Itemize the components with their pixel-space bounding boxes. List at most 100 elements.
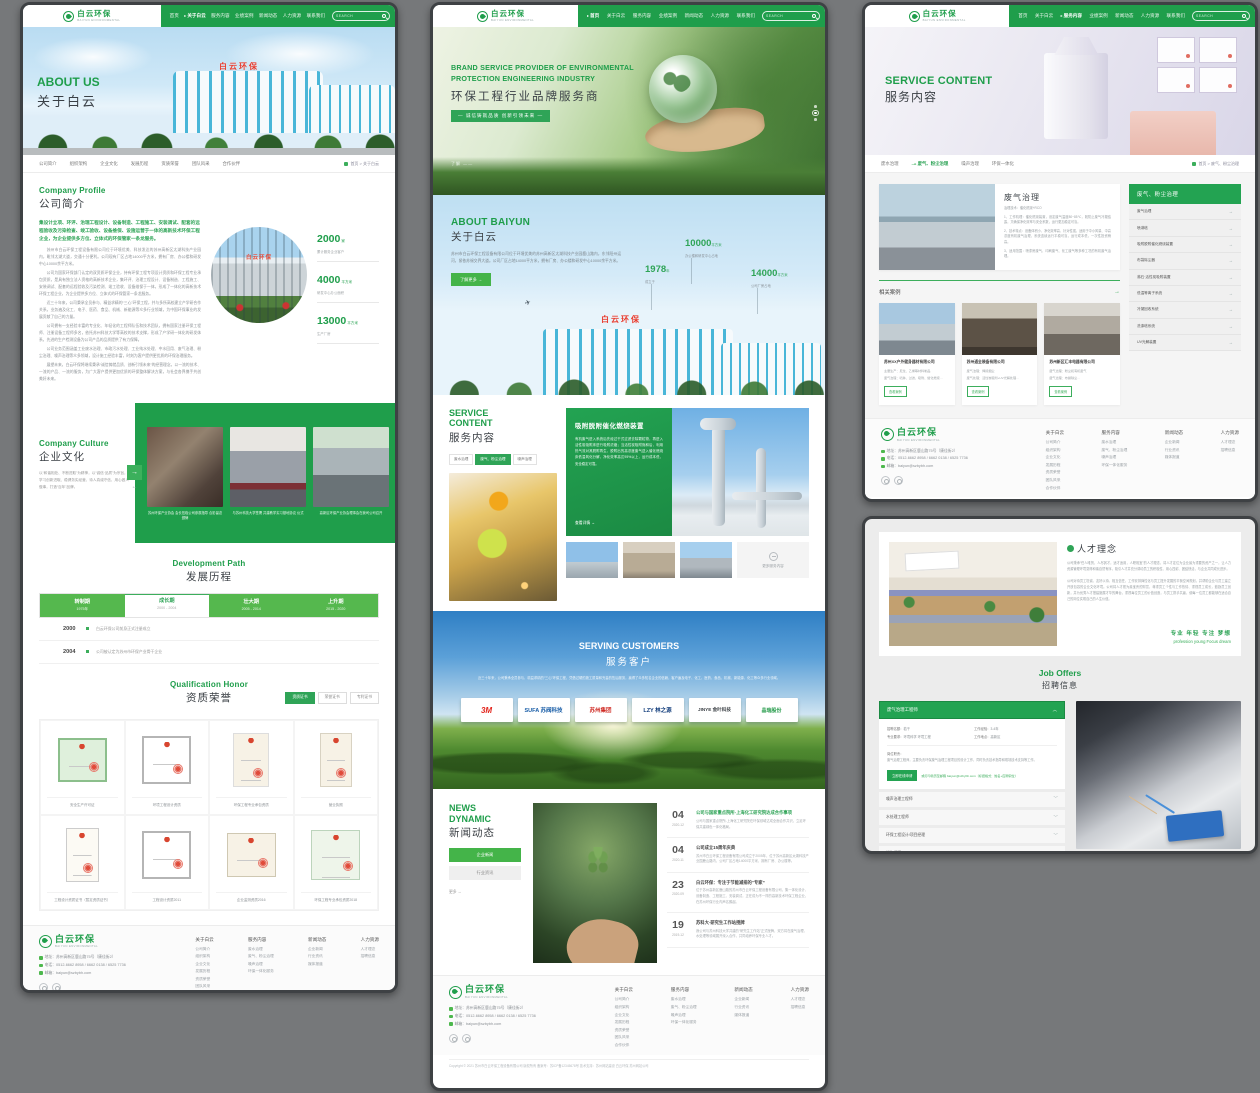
nav-item[interactable]: 联系我们 — [736, 11, 756, 21]
culture-photo-card[interactable]: 苏州环保产业协会 会长莅临公司参观指导 合影留念颁牌 — [147, 427, 223, 543]
sidebar-item[interactable]: 喷淋塔→ — [1129, 220, 1241, 236]
customer-logo-card[interactable]: LZY 林之源 — [632, 698, 684, 722]
culture-photo-card[interactable]: 与苏州科技大学签署 共建教学实习基地协议 仪式 — [230, 427, 306, 543]
nav-item[interactable]: 人力资源 — [710, 11, 730, 21]
nav-item[interactable]: 业绩案例 — [234, 11, 254, 21]
footer-link[interactable]: 废水治理 — [1102, 440, 1128, 445]
search-box[interactable] — [762, 11, 820, 21]
footer-link[interactable]: 公司简介 — [615, 997, 633, 1002]
carousel-dots[interactable] — [814, 101, 817, 125]
article-card[interactable]: 废气治理 治理技术：催化燃烧+RCO1、工作机理：催化燃烧装置，设定废气温度80… — [879, 184, 1120, 270]
logo[interactable]: 白云环保BAIYUN ENVIRONMENTAL — [23, 5, 161, 27]
footer-link[interactable]: 环保一体化服务 — [248, 969, 274, 974]
certificate-card[interactable]: 环保工程专业承包资质 — [209, 720, 294, 815]
footer-link[interactable]: 行业资讯 — [734, 1005, 752, 1010]
footer-link[interactable]: 组织架构 — [1046, 448, 1064, 453]
footer-link[interactable]: 人才理念 — [791, 997, 809, 1002]
customer-logo-card[interactable]: 3M — [461, 698, 513, 722]
footer-link[interactable]: 组织架构 — [615, 1005, 633, 1010]
service-tab[interactable]: 废水治理 — [449, 454, 473, 466]
learn-more-button[interactable]: 了解更多 → — [451, 273, 491, 286]
case-card[interactable]: 苏州新区汇丰电器有限公司 废气治理：粉尘和有机废气 废气治理：布袋除尘… 查看案… — [1044, 303, 1120, 405]
nav-item[interactable]: 新闻动态 — [258, 11, 278, 21]
home-icon[interactable] — [344, 162, 348, 166]
news-item[interactable]: 19 2019-12 苏科大·研究生工作站授牌 我公司与苏州科技大学共建的“研究… — [667, 913, 809, 948]
nav-item[interactable]: 业绩案例 — [658, 11, 678, 21]
footer-link[interactable]: 媒体报道 — [308, 962, 326, 967]
case-card[interactable]: 苏州通全装备有限公司 废气治理：焊接烟尘 废气处理：活性炭吸附+UV光解处理… … — [962, 303, 1038, 405]
sidebar-item[interactable]: 吸附脱附催化燃烧装置→ — [1129, 237, 1241, 253]
certificate-card[interactable]: 环保工程专业承包资质2018 — [294, 815, 379, 910]
footer-link[interactable]: 组织架构 — [195, 954, 213, 959]
footer-link[interactable]: 人才理念 — [361, 947, 379, 952]
footer-link[interactable]: 团队风采 — [1046, 478, 1064, 483]
footer-link[interactable]: 发展历程 — [615, 1020, 633, 1025]
subnav-item[interactable]: 发展历程 — [131, 161, 149, 167]
news-more-link[interactable]: 更多 → — [449, 890, 523, 895]
view-case-button[interactable]: 查看案例 — [1049, 386, 1072, 397]
footer-link[interactable]: 环保一体化服务 — [671, 1020, 697, 1025]
nav-item[interactable]: 服务内容 — [1060, 11, 1083, 21]
arrow-right-icon[interactable]: → — [1114, 289, 1120, 295]
nav-item[interactable]: 关于白云 — [1034, 11, 1054, 21]
tab-period-active[interactable]: 成长期2000 - 2004 — [125, 594, 210, 617]
logo[interactable]: 白云环保BAIYUN ENVIRONMENTAL — [433, 5, 578, 27]
nav-item[interactable]: 服务内容 — [210, 11, 230, 21]
search-icon[interactable] — [1242, 14, 1246, 18]
wechat-icon[interactable] — [39, 983, 48, 992]
qq-icon[interactable] — [462, 1034, 471, 1043]
subnav-item[interactable]: 团队风采 — [192, 161, 210, 167]
search-input[interactable] — [336, 14, 380, 18]
search-box[interactable] — [1192, 11, 1250, 21]
footer-link[interactable]: 废气、粉尘治理 — [671, 1005, 697, 1010]
footer-link[interactable]: 企业文化 — [1046, 455, 1064, 460]
nav-item[interactable]: 关于白云 — [606, 11, 626, 21]
certificate-card[interactable]: 工程设计资质证书（暂定资质证书） — [40, 815, 125, 910]
footer-link[interactable]: 噪声治理 — [248, 962, 274, 967]
filter-button-active[interactable]: 资质证书 — [285, 692, 314, 704]
footer-link[interactable]: 废水治理 — [248, 947, 274, 952]
news-item[interactable]: 23 2020-09 白云环保：专注于节能减排的“专家” 位于苏州高新区鹿山路的… — [667, 873, 809, 913]
hero-more-link[interactable]: 了解 —— — [451, 161, 473, 167]
footer-link[interactable]: 企业新闻 — [734, 997, 752, 1002]
subnav-item[interactable]: 环保一体化 — [992, 161, 1014, 167]
footer-link[interactable]: 公司简介 — [1046, 440, 1064, 445]
search-input[interactable] — [766, 14, 810, 18]
footer-link[interactable]: 合作伙伴 — [195, 992, 213, 993]
certificate-card[interactable]: 企业监测资质2016 — [209, 815, 294, 910]
footer-link[interactable]: 环保一体化服务 — [1102, 463, 1128, 468]
footer-link[interactable]: 行业资讯 — [1165, 448, 1183, 453]
view-case-button[interactable]: 查看案例 — [967, 386, 990, 397]
service-thumb-photo[interactable] — [623, 542, 675, 578]
certificate-card[interactable]: 安全生产许可证 — [40, 720, 125, 815]
job-item-collapsed[interactable]: 销售经理﹀ — [879, 846, 1065, 854]
more-services-card[interactable]: 更多服务内容 — [737, 542, 809, 578]
tab-period[interactable]: 上升期2015 - 2020 — [294, 594, 379, 617]
nav-item[interactable]: 首页 — [169, 11, 180, 21]
footer-link[interactable]: 招聘信息 — [791, 1005, 809, 1010]
footer-link[interactable]: 噪声治理 — [671, 1013, 697, 1018]
nav-item[interactable]: 服务内容 — [632, 11, 652, 21]
footer-link[interactable]: 企业新闻 — [1165, 440, 1183, 445]
tab-period[interactable]: 转制期1975年 — [40, 594, 125, 617]
subnav-item[interactable]: 废气、粉尘治理 — [912, 161, 949, 167]
subnav-item[interactable]: 企业文化 — [100, 161, 118, 167]
wechat-icon[interactable] — [449, 1034, 458, 1043]
service-thumb-photo[interactable] — [566, 542, 618, 578]
footer-link[interactable]: 合作伙伴 — [1046, 486, 1064, 491]
subnav-item[interactable]: 噪声治理 — [961, 161, 979, 167]
footer-link[interactable]: 企业新闻 — [308, 947, 326, 952]
job-item-expanded[interactable]: 废气治理工程师 ︿ — [879, 701, 1065, 719]
footer-link[interactable]: 团队风采 — [615, 1035, 633, 1040]
footer-link[interactable]: 团队风采 — [195, 984, 213, 989]
footer-link[interactable]: 招聘信息 — [1221, 448, 1239, 453]
search-icon[interactable] — [382, 14, 386, 18]
footer-link[interactable]: 媒体报道 — [1165, 455, 1183, 460]
sidebar-item[interactable]: 废气治理→ — [1129, 204, 1241, 220]
footer-link[interactable]: 资质荣誉 — [195, 977, 213, 982]
customer-logo-card[interactable]: SUFA 苏阀科技 — [518, 698, 570, 722]
footer-link[interactable]: 公司简介 — [195, 947, 213, 952]
view-case-button[interactable]: 查看案例 — [884, 386, 907, 397]
sidebar-item[interactable]: 布袋除尘器→ — [1129, 253, 1241, 269]
search-icon[interactable] — [812, 14, 816, 18]
